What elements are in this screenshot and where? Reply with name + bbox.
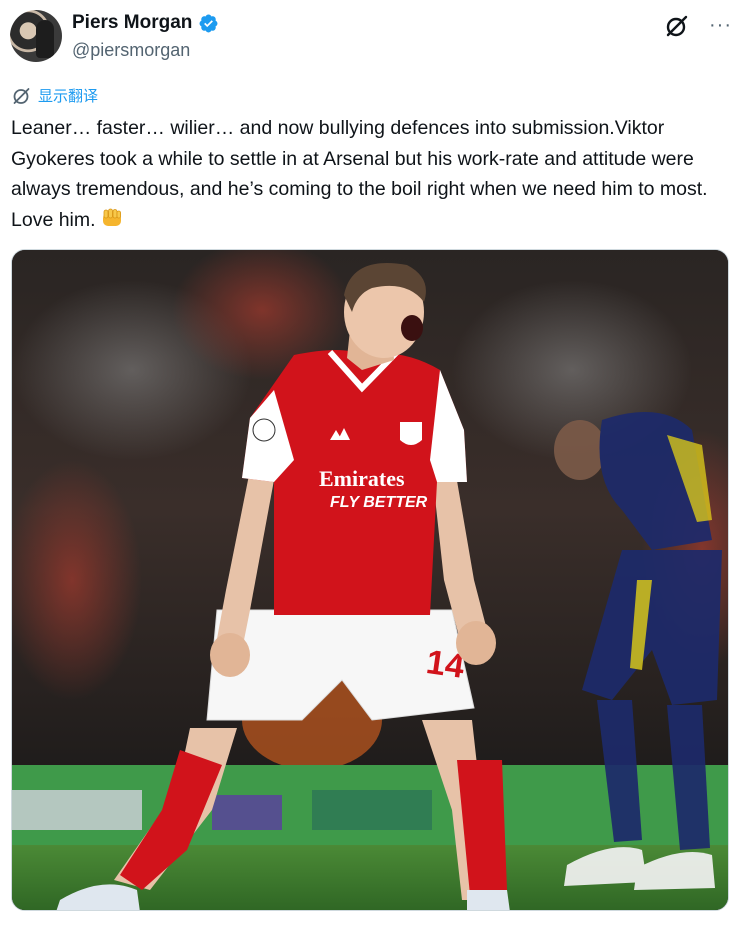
- translate-label[interactable]: 显示翻译: [38, 85, 98, 106]
- grok-icon[interactable]: [664, 13, 690, 39]
- tweet-header: Piers Morgan @piersmorgan ···: [10, 10, 740, 66]
- shirt-sponsor-line1: Emirates: [319, 466, 405, 491]
- photo-illustration: 14 Emirates FLY BETTER: [12, 250, 728, 910]
- fist-icon: [102, 208, 121, 226]
- handle[interactable]: @piersmorgan: [72, 40, 190, 61]
- translate-icon: [13, 87, 30, 104]
- avatar[interactable]: [10, 10, 62, 62]
- tweet-text: Leaner… faster… wilier… and now bullying…: [11, 113, 736, 235]
- show-translation-link[interactable]: 显示翻译: [12, 85, 98, 106]
- shirt-sponsor-line2: FLY BETTER: [330, 494, 428, 511]
- more-options-icon[interactable]: ···: [709, 12, 732, 38]
- display-name[interactable]: Piers Morgan: [72, 12, 192, 34]
- name-line: Piers Morgan: [72, 12, 219, 34]
- tweet-photo[interactable]: 14 Emirates FLY BETTER: [11, 249, 729, 911]
- verified-badge-icon: [199, 14, 218, 32]
